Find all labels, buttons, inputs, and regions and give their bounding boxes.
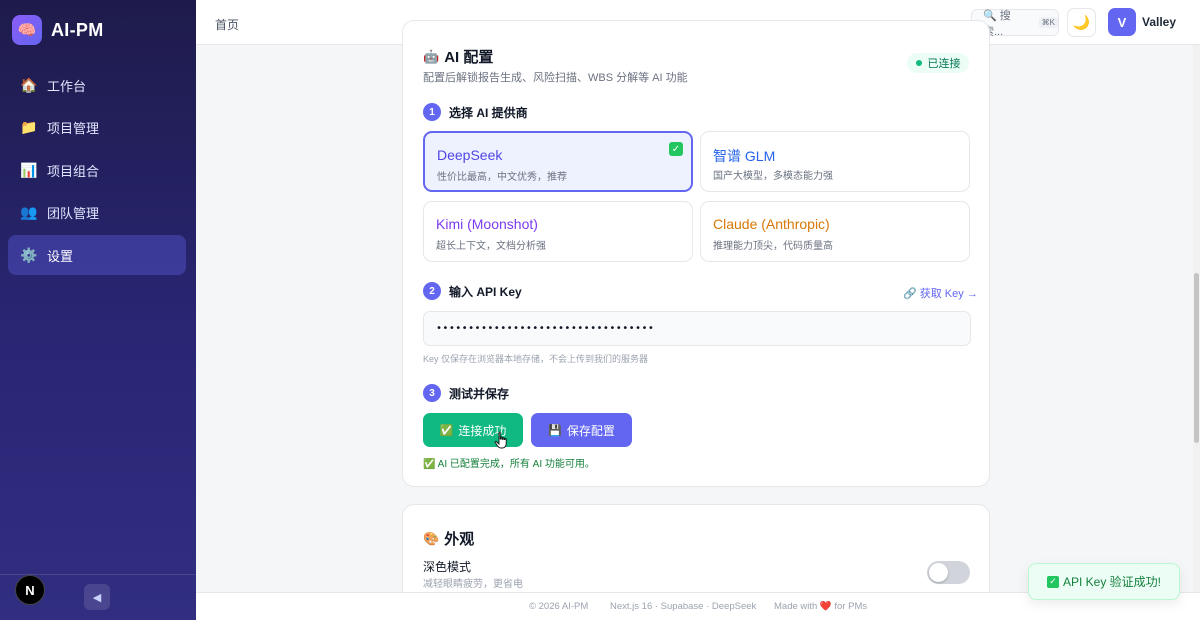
nextjs-logo-icon[interactable]: N bbox=[15, 575, 45, 605]
provider-desc: 推理能力顶尖，代码质量高 bbox=[713, 241, 833, 252]
app-logo[interactable]: 🧠 AI-PM bbox=[12, 15, 104, 45]
step-label: 测试并保存 bbox=[449, 386, 510, 401]
check-icon: ✓ bbox=[1046, 575, 1059, 588]
step-1-heading: 1 选择 AI 提供商 bbox=[423, 103, 528, 121]
provider-glm[interactable]: 智谱 GLM 国产大模型，多模态能力强 bbox=[700, 131, 970, 192]
provider-claude[interactable]: Claude (Anthropic) 推理能力顶尖，代码质量高 bbox=[700, 201, 970, 262]
username[interactable]: Valley bbox=[1142, 15, 1176, 29]
toggle-knob bbox=[929, 563, 948, 582]
success-message: ✅ AI 已配置完成，所有 AI 功能可用。 bbox=[423, 459, 595, 470]
sidebar-item-team[interactable]: 👥 团队管理 bbox=[8, 193, 186, 233]
ai-config-title: 🤖 AI 配置 bbox=[423, 46, 493, 67]
appearance-title: 🎨 外观 bbox=[423, 528, 474, 549]
sidebar-item-workbench[interactable]: 🏠 工作台 bbox=[8, 65, 186, 105]
sidebar: 🧠 AI-PM 🏠 工作台 📁 项目管理 📊 项目组合 👥 团队管理 ⚙️ 设置… bbox=[0, 0, 196, 620]
provider-name: Kimi (Moonshot) bbox=[436, 216, 538, 232]
chevron-left-icon: ◀ bbox=[92, 591, 102, 604]
status-dot-icon bbox=[915, 60, 922, 66]
status-badge: 已连接 bbox=[907, 53, 969, 73]
scrollbar-thumb[interactable] bbox=[1194, 273, 1199, 443]
avatar[interactable]: V bbox=[1108, 8, 1136, 36]
sidebar-item-projects[interactable]: 📁 项目管理 bbox=[8, 108, 186, 148]
step-3-heading: 3 测试并保存 bbox=[423, 384, 509, 402]
provider-desc: 国产大模型，多模态能力强 bbox=[713, 171, 833, 182]
dark-mode-desc: 减轻眼睛疲劳，更省电 bbox=[423, 579, 523, 590]
save-button-label: 保存配置 bbox=[566, 423, 615, 438]
step-number: 2 bbox=[423, 282, 441, 300]
sidebar-item-label: 项目组合 bbox=[47, 163, 100, 179]
step-number: 1 bbox=[423, 103, 441, 121]
provider-name: Claude (Anthropic) bbox=[713, 216, 830, 232]
status-text: 已连接 bbox=[927, 58, 961, 70]
sidebar-nav: 🏠 工作台 📁 项目管理 📊 项目组合 👥 团队管理 ⚙️ 设置 bbox=[8, 65, 186, 278]
appearance-title-text: 外观 bbox=[444, 531, 475, 548]
api-key-input[interactable] bbox=[423, 311, 971, 346]
home-icon: 🏠 bbox=[20, 76, 38, 93]
floppy-disk-icon: 💾 bbox=[548, 424, 562, 437]
sidebar-item-label: 工作台 bbox=[47, 78, 87, 94]
provider-desc: 超长上下文，文档分析强 bbox=[436, 241, 546, 252]
checkmark-icon: ✓ bbox=[669, 142, 683, 156]
sidebar-item-label: 团队管理 bbox=[47, 206, 100, 221]
toast-message: API Key 验证成功! bbox=[1062, 575, 1162, 589]
search-placeholder: 🔍 搜索... bbox=[983, 9, 1011, 38]
dark-mode-toggle[interactable] bbox=[927, 561, 970, 584]
sidebar-item-portfolio[interactable]: 📊 项目组合 bbox=[8, 150, 186, 190]
sidebar-item-label: 项目管理 bbox=[47, 121, 100, 136]
folder-icon: 📁 bbox=[20, 119, 38, 135]
api-key-hint: Key 仅保存在浏览器本地存储，不会上传到我们的服务器 bbox=[423, 354, 649, 364]
step-number: 3 bbox=[423, 384, 441, 402]
provider-deepseek[interactable]: DeepSeek 性价比最高，中文优秀，推荐 ✓ bbox=[423, 131, 693, 192]
ai-config-subtitle: 配置后解锁报告生成、风险扫描、WBS 分解等 AI 功能 bbox=[423, 72, 688, 84]
provider-kimi[interactable]: Kimi (Moonshot) 超长上下文，文档分析强 bbox=[423, 201, 693, 262]
ai-config-card: 🤖 AI 配置 配置后解锁报告生成、风险扫描、WBS 分解等 AI 功能 已连接… bbox=[402, 20, 990, 487]
collapse-sidebar-button[interactable]: ◀ bbox=[84, 584, 110, 610]
dark-mode-label: 深色模式 bbox=[423, 560, 472, 574]
step-2-heading: 2 输入 API Key bbox=[423, 282, 522, 300]
ai-config-title-text: AI 配置 bbox=[444, 49, 494, 66]
footer-made-with: Made with ❤️ for PMs bbox=[774, 601, 868, 612]
theme-toggle-button[interactable]: 🌙 bbox=[1067, 8, 1096, 37]
sidebar-item-label: 设置 bbox=[47, 248, 74, 264]
bar-chart-icon: 📊 bbox=[20, 161, 38, 178]
hand-cursor-icon bbox=[494, 431, 507, 449]
step-label: 输入 API Key bbox=[449, 284, 522, 299]
brain-logo-icon: 🧠 bbox=[12, 15, 42, 45]
app-name: AI-PM bbox=[51, 19, 104, 40]
get-key-link[interactable]: 🔗 获取 Key → bbox=[903, 285, 978, 301]
gear-icon: ⚙️ bbox=[20, 246, 38, 263]
breadcrumb[interactable]: 首页 bbox=[215, 16, 239, 33]
robot-icon: 🤖 bbox=[423, 48, 440, 64]
step-label: 选择 AI 提供商 bbox=[449, 105, 528, 120]
provider-name: 智谱 GLM bbox=[713, 148, 776, 164]
check-icon: ✅ bbox=[439, 424, 454, 437]
provider-name: DeepSeek bbox=[437, 147, 503, 163]
search-shortcut-badge: ⌘K bbox=[1038, 17, 1058, 28]
team-icon: 👥 bbox=[20, 204, 38, 220]
sidebar-item-settings[interactable]: ⚙️ 设置 bbox=[8, 235, 186, 275]
footer-copyright: © 2026 AI-PM bbox=[529, 601, 589, 612]
save-config-button[interactable]: 💾 保存配置 bbox=[531, 413, 632, 447]
test-connection-button[interactable]: ✅ 连接成功 bbox=[423, 413, 523, 447]
success-toast: ✓ API Key 验证成功! bbox=[1028, 563, 1180, 600]
provider-desc: 性价比最高，中文优秀，推荐 bbox=[437, 172, 567, 183]
palette-icon: 🎨 bbox=[423, 530, 440, 546]
footer-stack: Next.js 16 · Supabase · DeepSeek bbox=[610, 601, 757, 612]
moon-icon: 🌙 bbox=[1072, 14, 1091, 30]
